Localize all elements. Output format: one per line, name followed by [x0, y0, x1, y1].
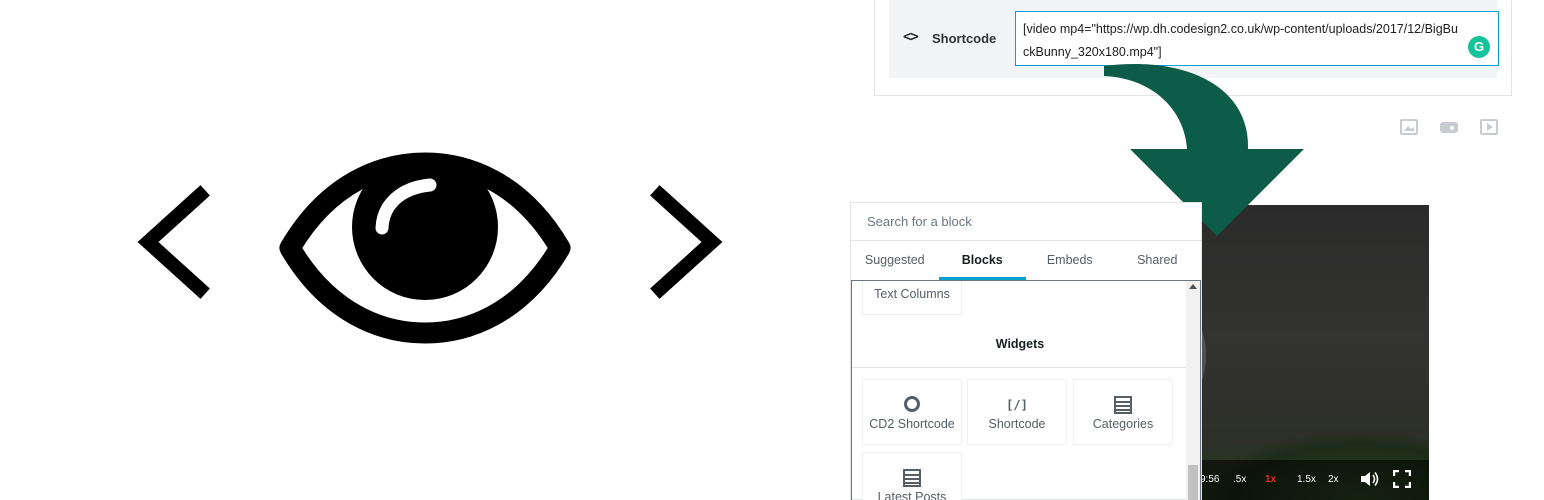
block-label: CD2 Shortcode [869, 417, 955, 431]
eye-iris [352, 154, 498, 300]
shortcode-icon: [/] [1006, 398, 1028, 412]
block-list-scrollbar[interactable] [1186, 281, 1200, 500]
block-label: Categories [1092, 417, 1154, 431]
scrollbar-thumb[interactable] [1188, 465, 1198, 500]
speed-normal-button[interactable]: 1x [1265, 474, 1276, 485]
volume-icon[interactable] [1360, 470, 1380, 488]
tab-embeds[interactable]: Embeds [1026, 241, 1114, 280]
block-label: Shortcode [988, 417, 1046, 431]
list-icon [1114, 396, 1132, 414]
grammarly-icon[interactable]: G [1468, 36, 1490, 58]
right-chevron-icon [650, 185, 723, 299]
fullscreen-icon[interactable] [1393, 470, 1411, 488]
tab-blocks[interactable]: Blocks [938, 241, 1026, 280]
speed-one-half-button[interactable]: 1.5x [1297, 474, 1316, 485]
list-icon [903, 469, 921, 487]
eye-code-logo-icon [137, 152, 723, 344]
block-label: Text Columns [874, 287, 950, 301]
video-icon[interactable] [1480, 119, 1498, 135]
image-icon[interactable] [1400, 119, 1418, 135]
section-divider [852, 367, 1188, 368]
block-text-columns[interactable]: Text Columns [862, 281, 962, 315]
scroll-up-arrow-icon[interactable] [1189, 284, 1197, 289]
widgets-heading: Widgets [995, 337, 1045, 351]
inserter-block-list: Text Columns Widgets CD2 Shortcode [/] S… [851, 280, 1201, 500]
block-search-input[interactable] [851, 203, 1201, 241]
video-player[interactable]: 9:56 .5x 1x 1.5x 2x [1200, 205, 1429, 500]
block-categories[interactable]: Categories [1073, 379, 1173, 445]
block-inserter: Suggested Blocks Embeds Shared Text Colu… [850, 202, 1202, 500]
speed-half-button[interactable]: .5x [1233, 474, 1246, 485]
video-controls-bar: 9:56 .5x 1x 1.5x 2x [1200, 460, 1429, 500]
code-brackets-icon: <> [903, 29, 919, 45]
video-time: 9:56 [1200, 474, 1220, 485]
media-icon[interactable] [1440, 122, 1458, 133]
block-latest-posts[interactable]: Latest Posts [862, 452, 962, 500]
block-cd2-shortcode[interactable]: CD2 Shortcode [862, 379, 962, 445]
block-shortcode[interactable]: [/] Shortcode [967, 379, 1067, 445]
speed-double-button[interactable]: 2x [1328, 474, 1339, 485]
ring-icon [904, 396, 920, 414]
inserter-tabs: Suggested Blocks Embeds Shared [851, 241, 1201, 280]
left-chevron-icon [137, 185, 210, 299]
tab-shared[interactable]: Shared [1114, 241, 1202, 280]
shortcode-label: Shortcode [932, 31, 997, 46]
shortcode-value: [video mp4="https://wp.dh.codesign2.co.u… [1023, 22, 1458, 59]
tab-suggested[interactable]: Suggested [851, 241, 939, 280]
block-label: Latest Posts [877, 490, 947, 500]
